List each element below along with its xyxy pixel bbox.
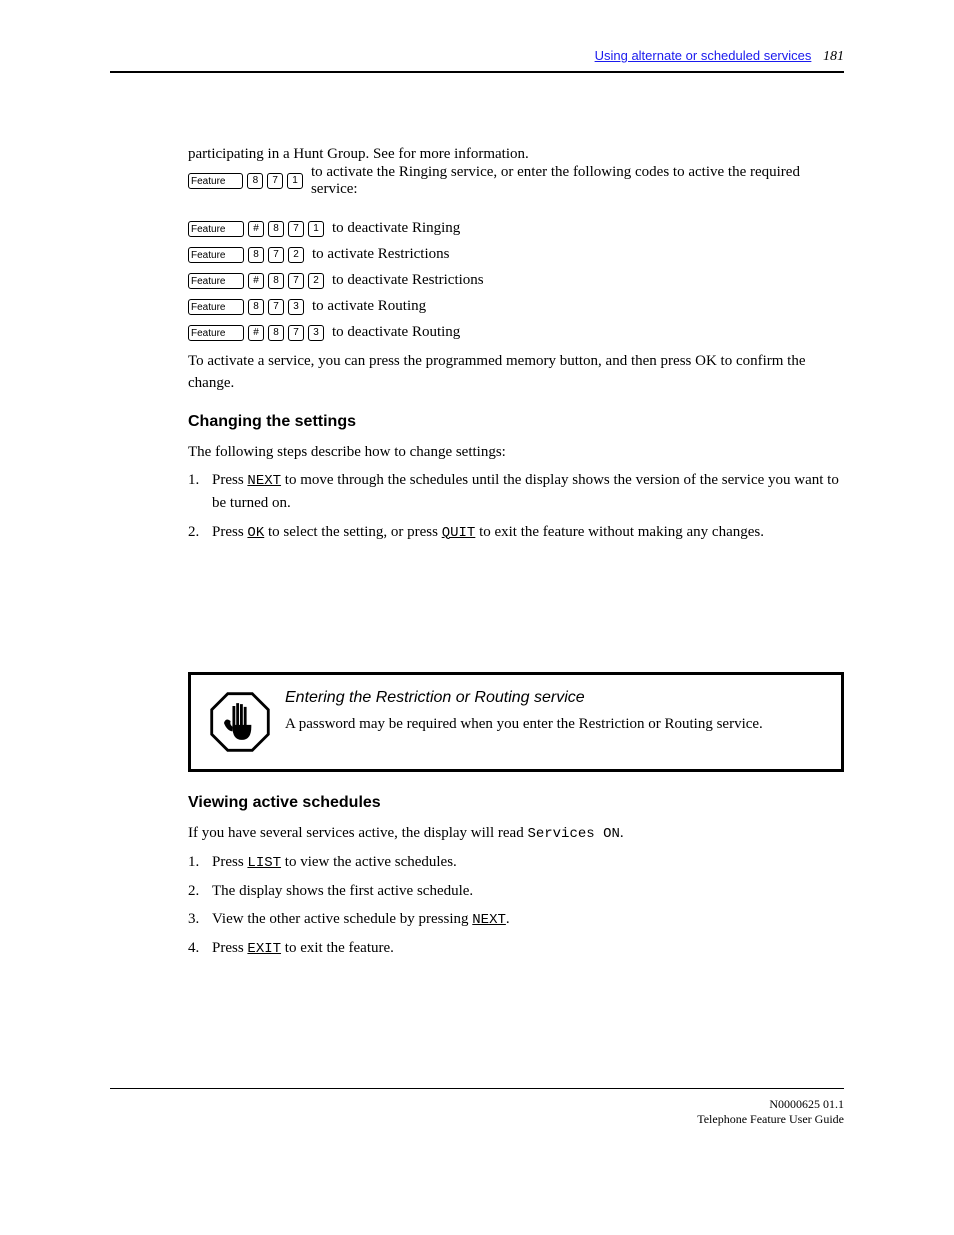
digit-key-7[interactable]: 7	[288, 221, 304, 237]
feature-key[interactable]: Feature	[188, 173, 243, 189]
view-step-3: 3. View the other active schedule by pre…	[188, 908, 844, 931]
viewing-intro: If you have several services active, the…	[188, 822, 844, 845]
keyseq-trailing-5: to deactivate Routing	[332, 324, 460, 341]
view-step-2-text: The display shows the first active sched…	[212, 883, 473, 899]
softkey-exit[interactable]: EXIT	[247, 941, 281, 957]
digit-key-3[interactable]: 3	[288, 299, 304, 315]
note-body: A password may be required when you ente…	[285, 713, 825, 736]
digit-key-7[interactable]: 7	[288, 273, 304, 289]
digit-key-7[interactable]: 7	[267, 173, 283, 189]
view-step-4-post: to exit the feature.	[281, 940, 394, 956]
instruction-memory-button: To activate a service, you can press the…	[188, 350, 844, 395]
feature-key[interactable]: Feature	[188, 273, 244, 289]
page-header: Using alternate or scheduled services 18…	[110, 48, 844, 65]
step-num-1: 1.	[188, 469, 199, 492]
intro-paragraph: participating in a Hunt Group. See for m…	[188, 143, 844, 166]
digit-key-7[interactable]: 7	[288, 325, 304, 341]
changing-intro: The following steps describe how to chan…	[188, 441, 844, 464]
digit-key-1[interactable]: 1	[287, 173, 303, 189]
view-step-num-3: 3.	[188, 908, 199, 931]
intro-text-2: for more information.	[398, 146, 528, 162]
view-step-num-1: 1.	[188, 851, 199, 874]
note-title: Entering the Restriction or Routing serv…	[285, 689, 825, 707]
view-step-2: 2. The display shows the first active sc…	[188, 880, 844, 903]
softkey-list[interactable]: LIST	[247, 855, 281, 871]
view-step-num-2: 2.	[188, 880, 199, 903]
page-number: 181	[823, 49, 844, 64]
view-step-1-post: to view the active schedules.	[281, 854, 457, 870]
digit-key-7[interactable]: 7	[268, 299, 284, 315]
intro-text-1: participating in a Hunt Group. See	[188, 146, 398, 162]
digit-key-hash[interactable]: #	[248, 221, 264, 237]
keyseq-trailing-3: to deactivate Restrictions	[332, 272, 484, 289]
feature-key[interactable]: Feature	[188, 247, 244, 263]
keyseq-trailing-2: to activate Restrictions	[312, 246, 449, 263]
viewing-intro-pre: If you have several services active, the…	[188, 825, 527, 841]
stop-hand-icon	[207, 689, 273, 755]
keyseq-trailing-0: to activate the Ringing service, or ente…	[311, 164, 844, 198]
digit-key-8[interactable]: 8	[247, 173, 263, 189]
digit-key-3[interactable]: 3	[308, 325, 324, 341]
keyseq-ringing-off: Feature # 8 7 1 to deactivate Ringing	[188, 220, 844, 238]
view-step-num-4: 4.	[188, 937, 199, 960]
bottom-rule	[110, 1088, 844, 1089]
softkey-next[interactable]: NEXT	[472, 912, 506, 928]
digit-key-8[interactable]: 8	[248, 299, 264, 315]
softkey-ok[interactable]: OK	[247, 525, 264, 541]
keyseq-trailing-1: to deactivate Ringing	[332, 220, 460, 237]
step-2: 2. Press OK to select the setting, or pr…	[188, 521, 844, 544]
digit-key-hash[interactable]: #	[248, 325, 264, 341]
digit-key-8[interactable]: 8	[248, 247, 264, 263]
viewing-intro-post: .	[620, 825, 624, 841]
feature-key[interactable]: Feature	[188, 299, 244, 315]
view-step-1-pre: Press	[212, 854, 247, 870]
keyseq-restrictions-off: Feature # 8 7 2 to deactivate Restrictio…	[188, 272, 844, 290]
softkey-next[interactable]: NEXT	[247, 473, 281, 489]
digit-key-8[interactable]: 8	[268, 221, 284, 237]
digit-key-2[interactable]: 2	[308, 273, 324, 289]
softkey-quit[interactable]: QUIT	[442, 525, 476, 541]
step-1-pre: Press	[212, 472, 247, 488]
step-num-2: 2.	[188, 521, 199, 544]
feature-key[interactable]: Feature	[188, 221, 244, 237]
digit-key-hash[interactable]: #	[248, 273, 264, 289]
digit-key-7[interactable]: 7	[268, 247, 284, 263]
keyseq-ringing-on: Feature 8 7 1 to activate the Ringing se…	[188, 172, 844, 190]
view-step-1: 1. Press LIST to view the active schedul…	[188, 851, 844, 874]
keyseq-routing-off: Feature # 8 7 3 to deactivate Routing	[188, 324, 844, 342]
feature-key[interactable]: Feature	[188, 325, 244, 341]
keyseq-routing-on: Feature 8 7 3 to activate Routing	[188, 298, 844, 316]
digit-key-8[interactable]: 8	[268, 325, 284, 341]
step-2-pre: Press	[212, 524, 247, 540]
note-box: Entering the Restriction or Routing serv…	[188, 672, 844, 772]
header-section-link[interactable]: Using alternate or scheduled services	[595, 48, 812, 63]
subhead-viewing-schedules: Viewing active schedules	[188, 794, 844, 812]
view-step-3-pre: View the other active schedule by pressi…	[212, 911, 472, 927]
step-2-mid: to select the setting, or press	[264, 524, 441, 540]
step-2-post: to exit the feature without making any c…	[475, 524, 764, 540]
view-step-4: 4. Press EXIT to exit the feature.	[188, 937, 844, 960]
keyseq-restrictions-on: Feature 8 7 2 to activate Restrictions	[188, 246, 844, 264]
keyseq-trailing-4: to activate Routing	[312, 298, 426, 315]
page-footer: N0000625 01.1 Telephone Feature User Gui…	[110, 1097, 844, 1127]
step-1: 1. Press NEXT to move through the schedu…	[188, 469, 844, 515]
digit-key-8[interactable]: 8	[268, 273, 284, 289]
digit-key-1[interactable]: 1	[308, 221, 324, 237]
subhead-changing-settings: Changing the settings	[188, 413, 844, 431]
footer-doc-title: Telephone Feature User Guide	[110, 1112, 844, 1127]
top-rule	[110, 71, 844, 73]
digit-key-2[interactable]: 2	[288, 247, 304, 263]
display-services-on: Services ON	[527, 826, 619, 842]
view-step-4-pre: Press	[212, 940, 247, 956]
step-1-post: to move through the schedules until the …	[212, 472, 839, 511]
view-step-3-post: .	[506, 911, 510, 927]
footer-doc-id: N0000625 01.1	[110, 1097, 844, 1112]
